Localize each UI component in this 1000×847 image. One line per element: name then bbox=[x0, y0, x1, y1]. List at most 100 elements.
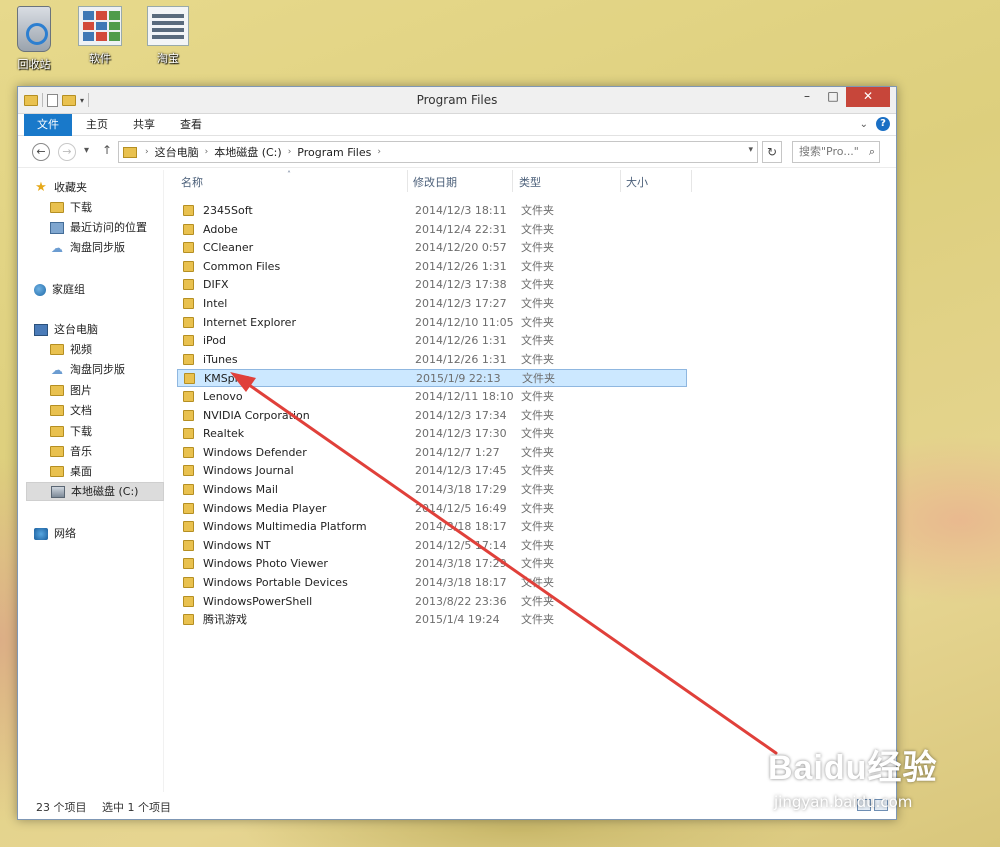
file-row[interactable]: Adobe 2014/12/4 22:31 文件夹 bbox=[177, 221, 687, 239]
back-button[interactable]: ← bbox=[32, 143, 50, 161]
nav-local-disk[interactable]: 本地磁盘 (C:) bbox=[26, 482, 164, 501]
file-row[interactable]: Windows Portable Devices 2014/3/18 18:17 文… bbox=[177, 574, 687, 592]
file-name: Adobe bbox=[203, 222, 238, 236]
up-button[interactable]: ↑ bbox=[102, 143, 112, 157]
file-row[interactable]: Windows Multimedia Platform 2014/3/18 18:… bbox=[177, 518, 687, 536]
breadcrumb-local-disk[interactable]: 本地磁盘 (C:) bbox=[214, 144, 281, 160]
baidu-watermark: Baidu经验 jingyan.baidu.com bbox=[768, 749, 938, 811]
file-row[interactable]: NVIDIA Corporation 2014/12/3 17:34 文件夹 bbox=[177, 407, 687, 425]
file-row[interactable]: Windows Journal 2014/12/3 17:45 文件夹 bbox=[177, 462, 687, 480]
file-row[interactable]: Common Files 2014/12/26 1:31 文件夹 bbox=[177, 258, 687, 276]
column-header-name[interactable]: 名称 bbox=[181, 170, 203, 196]
file-name: Lenovo bbox=[203, 390, 243, 403]
file-row[interactable]: iPod 2014/12/26 1:31 文件夹 bbox=[177, 332, 687, 350]
file-date: 2014/12/3 17:30 bbox=[415, 427, 507, 441]
folder-icon bbox=[183, 484, 194, 495]
downloads-folder-icon bbox=[50, 426, 64, 437]
folder-icon bbox=[183, 465, 194, 477]
forward-button[interactable]: → bbox=[58, 143, 76, 161]
file-row[interactable]: Windows NT 2014/12/5 17:14 文件夹 bbox=[177, 537, 687, 555]
file-date: 2014/12/26 1:31 bbox=[415, 334, 507, 348]
tab-home[interactable]: 主页 bbox=[86, 114, 108, 136]
file-date: 2014/12/3 17:38 bbox=[415, 278, 507, 292]
file-date: 2014/12/7 1:27 bbox=[415, 445, 500, 459]
minimize-button[interactable]: – bbox=[794, 87, 820, 107]
file-name: 腾讯游戏 bbox=[203, 613, 247, 627]
file-type: 文件夹 bbox=[521, 464, 554, 478]
file-name: KMSpico bbox=[204, 372, 251, 386]
file-row[interactable]: KMSpico 2015/1/9 22:13 文件夹 bbox=[177, 369, 687, 388]
address-field[interactable]: › 这台电脑 › 本地磁盘 (C:) › Program Files › ▾ bbox=[118, 141, 758, 163]
file-row[interactable]: Windows Defender 2014/12/7 1:27 文件夹 bbox=[177, 444, 687, 462]
folder-icon bbox=[184, 373, 195, 385]
file-type: 文件夹 bbox=[521, 315, 554, 329]
nav-homegroup[interactable]: 家庭组 bbox=[34, 280, 180, 299]
file-date: 2013/8/22 23:36 bbox=[415, 594, 507, 608]
file-name: NVIDIA Corporation bbox=[203, 408, 310, 422]
nav-this-pc[interactable]: 这台电脑 bbox=[34, 320, 180, 339]
file-date: 2014/12/26 1:31 bbox=[415, 259, 507, 273]
folder-icon bbox=[183, 595, 194, 607]
column-header-size[interactable]: 大小 bbox=[626, 170, 648, 196]
file-type: 文件夹 bbox=[521, 241, 554, 255]
file-type: 文件夹 bbox=[521, 594, 554, 608]
folder-icon bbox=[183, 335, 194, 347]
window-title: Program Files bbox=[416, 93, 498, 107]
help-icon[interactable]: ? bbox=[876, 117, 890, 131]
file-type: 文件夹 bbox=[521, 352, 554, 366]
file-date: 2015/1/9 22:13 bbox=[416, 372, 501, 386]
tab-file[interactable]: 文件 bbox=[24, 114, 72, 136]
file-row[interactable]: iTunes 2014/12/26 1:31 文件夹 bbox=[177, 351, 687, 369]
address-dropdown-icon[interactable]: ▾ bbox=[748, 145, 753, 155]
file-name: Internet Explorer bbox=[203, 315, 296, 329]
file-date: 2015/1/4 19:24 bbox=[415, 613, 500, 627]
title-bar[interactable]: ▾ Program Files – □ ✕ bbox=[18, 87, 896, 114]
breadcrumb-this-pc[interactable]: 这台电脑 bbox=[155, 144, 199, 160]
file-name: Windows Mail bbox=[203, 483, 278, 496]
file-row[interactable]: Internet Explorer 2014/12/10 11:05 文件夹 bbox=[177, 314, 687, 332]
folder-icon bbox=[183, 502, 194, 514]
folder-icon bbox=[183, 223, 194, 235]
file-type: 文件夹 bbox=[521, 408, 554, 422]
desktop-icon-taobao[interactable]: 淘宝 bbox=[138, 6, 198, 66]
tab-share[interactable]: 共享 bbox=[133, 114, 155, 136]
expand-ribbon-icon[interactable]: ⌄ bbox=[860, 119, 868, 130]
file-name: DIFX bbox=[203, 278, 229, 292]
file-row[interactable]: WindowsPowerShell 2013/8/22 23:36 文件夹 bbox=[177, 593, 687, 611]
tab-view[interactable]: 查看 bbox=[180, 114, 202, 136]
folder-icon bbox=[183, 260, 194, 272]
search-input[interactable]: 搜索"Pro..." ⌕ bbox=[792, 141, 880, 163]
column-header-date[interactable]: 修改日期 bbox=[413, 170, 457, 196]
refresh-button[interactable]: ↻ bbox=[762, 141, 782, 163]
file-row[interactable]: Realtek 2014/12/3 17:30 文件夹 bbox=[177, 425, 687, 443]
column-header-type[interactable]: 类型 bbox=[519, 170, 541, 196]
nav-network[interactable]: 网络 bbox=[34, 524, 180, 543]
recent-places-icon bbox=[50, 221, 64, 234]
maximize-button[interactable]: □ bbox=[820, 87, 846, 107]
file-row[interactable]: 腾讯游戏 2015/1/4 19:24 文件夹 bbox=[177, 611, 687, 629]
close-button[interactable]: ✕ bbox=[846, 87, 890, 107]
folder-icon bbox=[183, 279, 194, 291]
file-row[interactable]: Intel 2014/12/3 17:27 文件夹 bbox=[177, 295, 687, 313]
recent-locations-icon[interactable]: ▾ bbox=[84, 145, 89, 156]
file-name: Windows Journal bbox=[203, 464, 294, 478]
thumbnail-grid-icon bbox=[78, 6, 122, 46]
item-count: 23 个项目 bbox=[36, 801, 87, 814]
file-row[interactable]: Lenovo 2014/12/11 18:10 文件夹 bbox=[177, 388, 687, 406]
file-name: Common Files bbox=[203, 259, 281, 273]
file-row[interactable]: Windows Media Player 2014/12/5 16:49 文件夹 bbox=[177, 500, 687, 518]
file-type: 文件夹 bbox=[522, 372, 555, 386]
folder-icon bbox=[183, 558, 194, 570]
file-row[interactable]: Windows Mail 2014/3/18 17:29 文件夹 bbox=[177, 481, 687, 499]
nav-favorites[interactable]: ★ 收藏夹 bbox=[34, 178, 180, 197]
folder-icon bbox=[183, 242, 194, 254]
breadcrumb-program-files[interactable]: Program Files bbox=[297, 146, 371, 159]
file-row[interactable]: 2345Soft 2014/12/3 18:11 文件夹 bbox=[177, 202, 687, 220]
file-row[interactable]: Windows Photo Viewer 2014/3/18 17:29 文件夹 bbox=[177, 555, 687, 573]
file-row[interactable]: DIFX 2014/12/3 17:38 文件夹 bbox=[177, 276, 687, 294]
desktop-icon-software[interactable]: 软件 bbox=[70, 6, 130, 66]
ribbon-tabs: 文件 主页 共享 查看 ⌄ ? bbox=[18, 114, 896, 136]
file-name: WindowsPowerShell bbox=[203, 594, 313, 608]
desktop-icon-recycle-bin[interactable]: 回收站 bbox=[4, 6, 64, 72]
file-row[interactable]: CCleaner 2014/12/20 0:57 文件夹 bbox=[177, 239, 687, 257]
